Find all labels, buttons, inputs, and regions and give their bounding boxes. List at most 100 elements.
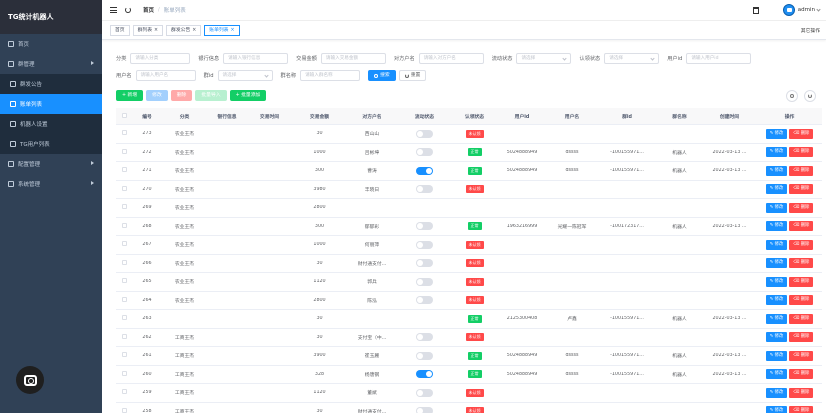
filter-input[interactable]: 请输入用户名: [135, 70, 196, 81]
sidebar-item-0[interactable]: 首页: [0, 34, 102, 54]
camera-icon[interactable]: [16, 366, 44, 394]
checkbox[interactable]: [121, 112, 127, 118]
sidebar-item-4[interactable]: 机器人设置: [0, 114, 102, 134]
import-button[interactable]: 批量导入: [195, 90, 227, 101]
refresh-icon[interactable]: [125, 7, 131, 13]
row-delete-button[interactable]: ⌫ 删除: [789, 239, 814, 250]
row-select[interactable]: [116, 148, 132, 156]
row-edit-button[interactable]: ✎ 修改: [765, 350, 788, 361]
row-delete-button[interactable]: ⌫ 删除: [789, 295, 814, 306]
row-select[interactable]: [116, 333, 132, 341]
filter-input[interactable]: 请输入对方户名: [418, 53, 484, 64]
row-edit-button[interactable]: ✎ 修改: [765, 202, 788, 213]
row-delete-button[interactable]: ⌫ 删除: [789, 332, 814, 343]
search-toggle-icon[interactable]: [786, 90, 798, 102]
checkbox[interactable]: [121, 130, 127, 136]
row-edit-button[interactable]: ✎ 修改: [765, 239, 788, 250]
tab-1[interactable]: 群列表 ×: [132, 24, 164, 36]
checkbox[interactable]: [121, 259, 127, 265]
trash-icon[interactable]: [752, 6, 759, 14]
row-edit-button[interactable]: ✎ 修改: [765, 147, 788, 158]
row-delete-button[interactable]: ⌫ 删除: [789, 258, 814, 269]
checkbox[interactable]: [121, 204, 127, 210]
row-delete-button[interactable]: ⌫ 删除: [789, 369, 814, 380]
filter-input[interactable]: 请输入分类: [130, 53, 191, 64]
checkbox[interactable]: [121, 296, 127, 302]
row-edit-button[interactable]: ✎ 修改: [765, 332, 788, 343]
sidebar-item-7[interactable]: 系统管理: [0, 174, 102, 194]
row-delete-button[interactable]: ⌫ 删除: [789, 184, 814, 195]
checkbox[interactable]: [121, 241, 127, 247]
filter-input[interactable]: 请输入银行信息: [223, 53, 289, 64]
tab-2[interactable]: 群发公告 ×: [166, 24, 202, 36]
row-edit-button[interactable]: ✎ 修改: [765, 276, 788, 287]
row-delete-button[interactable]: ⌫ 删除: [789, 350, 814, 361]
row-edit-button[interactable]: ✎ 修改: [765, 295, 788, 306]
row-delete-button[interactable]: ⌫ 删除: [789, 276, 814, 287]
row-select[interactable]: [116, 259, 132, 267]
table-row[interactable]: 258 工商王杰 30 财付通支付... 未认领 ✎ 修改 ⌫ 删除: [116, 403, 822, 413]
close-icon[interactable]: ×: [230, 28, 234, 33]
row-delete-button[interactable]: ⌫ 删除: [789, 147, 814, 158]
chevron-down-icon[interactable]: [816, 6, 821, 12]
table-row[interactable]: 263 30 正常 2125300408 卢鑫 -100155971... 机器人 2022-…: [116, 310, 822, 329]
flow-toggle[interactable]: [416, 259, 433, 268]
flow-toggle[interactable]: [416, 222, 433, 231]
flow-toggle[interactable]: [416, 296, 433, 305]
row-delete-button[interactable]: ⌫ 删除: [789, 221, 814, 232]
tab-3[interactable]: 账单列表 ×: [204, 24, 240, 36]
hamburger-icon[interactable]: [110, 7, 117, 13]
row-select[interactable]: [116, 352, 132, 359]
delete-button[interactable]: 删除: [170, 90, 193, 101]
table-row[interactable]: 272 农业王杰 1000 吕彬坤 正常 5024888949 dssss -10015597…: [116, 144, 822, 162]
table-row[interactable]: 267 农业王杰 1000 何丽萍 未认领 ✎ 修改 ⌫ 删除: [116, 236, 822, 255]
table-row[interactable]: 259 工商王杰 1120 董斌 未认领 ✎ 修改 ⌫ 删除: [116, 384, 822, 403]
flow-toggle[interactable]: [416, 240, 433, 249]
row-select[interactable]: [116, 407, 132, 413]
checkbox[interactable]: [121, 389, 127, 395]
row-select[interactable]: [116, 389, 132, 396]
checkbox[interactable]: [121, 315, 127, 321]
flow-toggle[interactable]: [416, 370, 433, 379]
row-edit-button[interactable]: ✎ 修改: [765, 313, 788, 324]
table-row[interactable]: 271 农业王杰 300 曹涛 正常 5024888949 dssss -100155971.…: [116, 162, 822, 181]
row-select[interactable]: [116, 278, 132, 285]
checkbox[interactable]: [121, 407, 127, 413]
row-select[interactable]: [116, 185, 132, 193]
row-delete-button[interactable]: ⌫ 删除: [789, 313, 814, 324]
row-select[interactable]: [116, 315, 132, 322]
refresh-table-icon[interactable]: [804, 90, 816, 102]
filter-input[interactable]: 请输入群名称: [300, 70, 361, 81]
flow-toggle[interactable]: [416, 388, 433, 397]
table-row[interactable]: 270 农业王杰 3980 丰晓日 未认领 ✎ 修改 ⌫ 删除: [116, 181, 822, 199]
row-delete-button[interactable]: ⌫ 删除: [789, 387, 814, 398]
close-icon[interactable]: ×: [154, 28, 158, 33]
filter-input[interactable]: 请输入交易金额: [320, 53, 386, 64]
row-edit-button[interactable]: ✎ 修改: [765, 387, 788, 398]
row-delete-button[interactable]: ⌫ 删除: [789, 202, 814, 213]
row-edit-button[interactable]: ✎ 修改: [765, 369, 788, 380]
table-row[interactable]: 264 农业王杰 2800 陈泓 未认领 ✎ 修改 ⌫ 删除: [116, 292, 822, 310]
edit-button[interactable]: 修改: [146, 90, 168, 101]
row-select[interactable]: [116, 167, 132, 174]
filter-select[interactable]: 请选择: [516, 53, 572, 64]
checkbox[interactable]: [121, 278, 127, 284]
row-select[interactable]: [116, 296, 132, 304]
add-button[interactable]: + 新增: [116, 90, 144, 101]
table-row[interactable]: 269 农业王杰 2800 ✎ 修改 ⌫ 删除: [116, 199, 822, 218]
checkbox[interactable]: [121, 333, 127, 339]
row-edit-button[interactable]: ✎ 修改: [765, 258, 788, 269]
row-select[interactable]: [116, 204, 132, 211]
checkbox[interactable]: [121, 370, 127, 376]
select-all-checkbox[interactable]: [116, 112, 132, 120]
flow-toggle[interactable]: [416, 166, 433, 175]
row-edit-button[interactable]: ✎ 修改: [765, 184, 788, 195]
row-select[interactable]: [116, 130, 132, 137]
flow-toggle[interactable]: [416, 351, 433, 360]
table-row[interactable]: 273 农业王杰 30 西山山 未认领 ✎ 修改 ⌫ 删除: [116, 125, 822, 144]
table-row[interactable]: 260 工商王杰 328 杨唐钢 正常 5024888949 dssss -100155971…: [116, 366, 822, 384]
checkbox[interactable]: [121, 167, 127, 173]
row-edit-button[interactable]: ✎ 修改: [765, 406, 788, 413]
sidebar-item-2[interactable]: 群发公告: [0, 74, 102, 94]
row-delete-button[interactable]: ⌫ 删除: [789, 406, 814, 413]
